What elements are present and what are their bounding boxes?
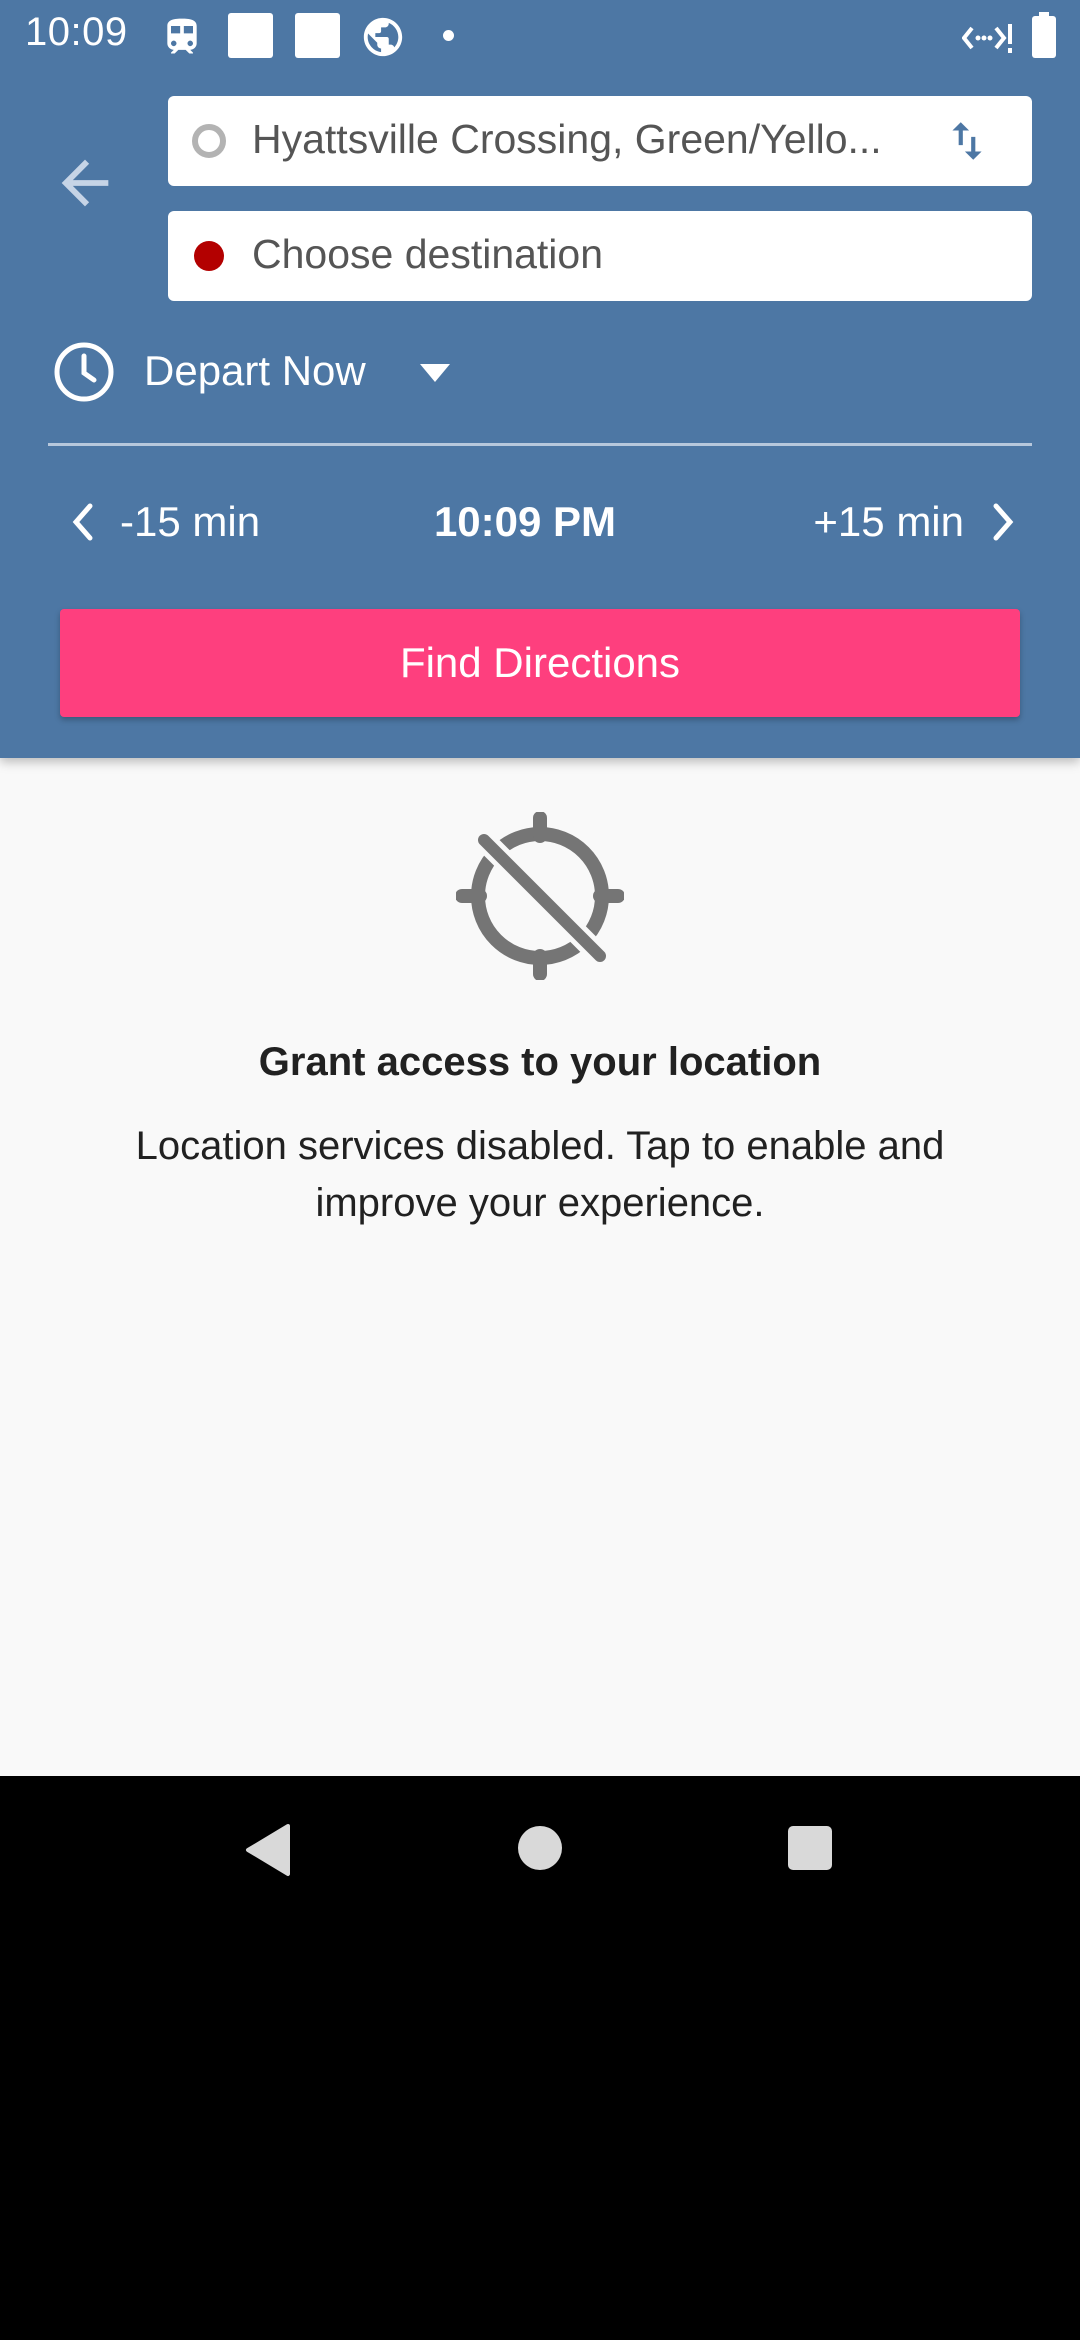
- swap-icon[interactable]: [942, 116, 992, 166]
- trip-header: 10:09 Hyattsville Crossing, Green/Yello.…: [0, 0, 1080, 758]
- globe-icon: [363, 17, 403, 57]
- clock-icon[interactable]: [52, 340, 116, 404]
- find-directions-button[interactable]: Find Directions: [60, 609, 1020, 717]
- location-prompt[interactable]: Grant access to your location Location s…: [0, 758, 1080, 1776]
- origin-input[interactable]: Hyattsville Crossing, Green/Yello...: [168, 96, 1032, 186]
- location-prompt-title: Grant access to your location: [258, 1040, 822, 1084]
- notification-square-icon: [228, 13, 273, 58]
- nav-back-icon[interactable]: [244, 1822, 292, 1878]
- location-disabled-icon: [456, 812, 624, 980]
- battery-icon: [1032, 12, 1056, 58]
- depart-mode-selector[interactable]: Depart Now: [144, 347, 366, 395]
- time-plus-15-button[interactable]: +15 min: [813, 494, 1020, 550]
- origin-input-text: Hyattsville Crossing, Green/Yello...: [252, 116, 882, 162]
- destination-marker-icon: [194, 241, 224, 271]
- status-time: 10:09: [25, 10, 128, 54]
- chevron-right-icon: [993, 503, 1014, 541]
- time-plus-label: +15 min: [813, 498, 964, 545]
- status-bar: 10:09: [0, 0, 1080, 72]
- tram-icon: [167, 18, 197, 54]
- chevron-down-icon[interactable]: [418, 362, 452, 384]
- nav-recents-icon[interactable]: [788, 1826, 832, 1870]
- location-prompt-description: Location services disabled. Tap to enabl…: [135, 1124, 945, 1225]
- nav-home-icon[interactable]: [518, 1826, 562, 1870]
- network-icon: [962, 24, 1012, 53]
- divider: [48, 443, 1032, 446]
- destination-placeholder: Choose destination: [252, 231, 604, 277]
- destination-input[interactable]: Choose destination: [168, 211, 1032, 301]
- origin-marker-icon: [192, 124, 226, 158]
- trip-planner-screen: 10:09 Hyattsville Crossing, Green/Yello.…: [0, 0, 1080, 2340]
- notification-square-icon: [295, 13, 340, 58]
- system-nav-bar: [0, 1776, 1080, 2340]
- dot-icon: [443, 30, 454, 41]
- back-arrow-icon[interactable]: [50, 148, 120, 218]
